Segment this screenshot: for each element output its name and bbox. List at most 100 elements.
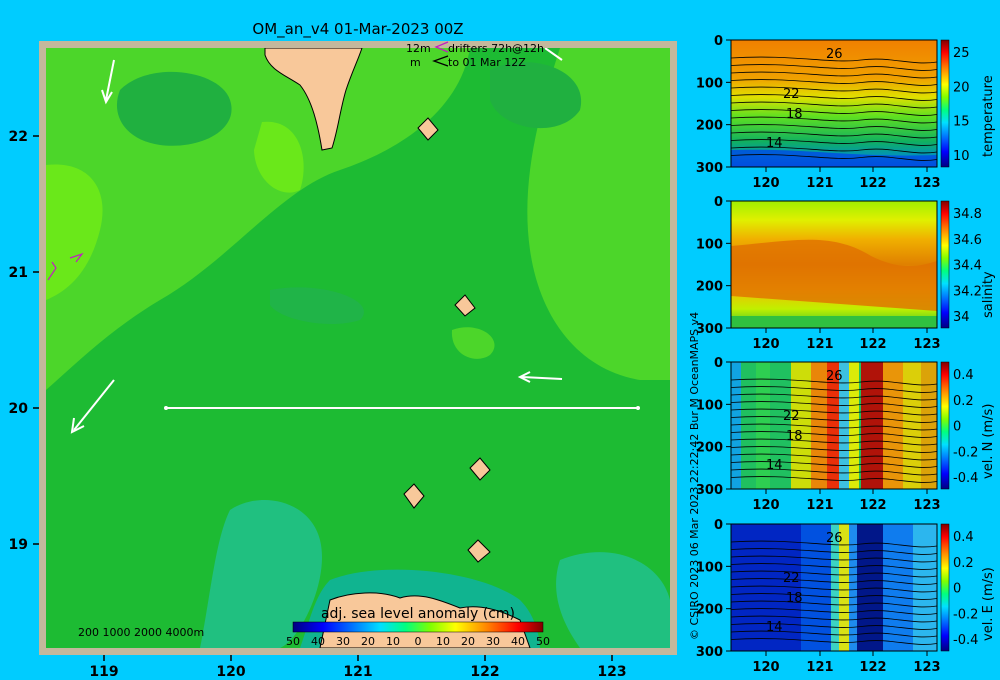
map-lon-tick: 119 — [89, 664, 118, 680]
panel-lon-tick: 122 — [859, 660, 886, 675]
contour-label: 22 — [783, 87, 800, 102]
panel-lon-tick: 123 — [913, 337, 940, 352]
depth-tick: 300 — [696, 161, 723, 176]
panel-lon-tick: 120 — [752, 498, 779, 513]
panel-colorbar-tick: 0 — [953, 420, 961, 435]
panel-colorbar-tick: 34 — [953, 310, 970, 325]
panel-temperature: 26 22 1814 0 100 200 300 120 121 122 123 25 20 15 10 te… — [696, 34, 996, 191]
section-start-marker — [164, 406, 168, 410]
map-lat-tick: 22 — [9, 129, 28, 145]
panel-colorbar-tick: 34.2 — [953, 284, 982, 299]
sla-colorbar-tick: 30 — [336, 635, 350, 648]
panel-lon-tick: 123 — [913, 176, 940, 191]
anomaly-patch-dark-nw — [116, 71, 232, 146]
figure-canvas: OM_an_v4 01-Mar-2023 00Z 12m drifters 72… — [9, 20, 996, 680]
panel-lon-tick: 123 — [913, 660, 940, 675]
panel-colorbar-tick: 10 — [953, 149, 970, 164]
sla-colorbar-tick: 0 — [415, 635, 422, 648]
depth-legend: 200 1000 2000 4000m — [78, 626, 204, 639]
credit-text: © CSIRO 2023 06 Mar 2023 22:22:42 Bur M … — [688, 312, 701, 640]
map-lon-tick: 123 — [597, 664, 626, 680]
depth-tick: 0 — [714, 356, 723, 371]
depth-tick: 100 — [696, 237, 723, 252]
map-lat-tick: 21 — [9, 265, 28, 281]
panel-colorbar-tick: 34.4 — [953, 259, 982, 274]
panel-field-band — [849, 524, 857, 651]
panel-colorbar — [940, 200, 950, 329]
map-lon-tick: 122 — [470, 664, 499, 680]
panel-colorbar-tick: 15 — [953, 115, 970, 130]
panel-field-band — [903, 362, 921, 489]
sla-colorbar-tick: 20 — [461, 635, 475, 648]
contour-label: 14 — [766, 458, 783, 473]
panel-colorbar-tick: 0 — [953, 582, 961, 597]
panel-field-band — [921, 362, 937, 489]
depth-tick: 300 — [696, 645, 723, 660]
contour-label: 14 — [766, 136, 783, 151]
panel-colorbar-tick: -0.2 — [953, 607, 978, 622]
depth-tick: 0 — [714, 195, 723, 210]
legend-time-text: to 01 Mar 12Z — [448, 56, 526, 69]
legend-drifter-text: drifters 72h@12h — [448, 42, 544, 55]
panel-colorbar — [940, 523, 950, 652]
sla-colorbar-tick: 50 — [536, 635, 550, 648]
contour-label: 18 — [786, 429, 803, 444]
contour-label: 22 — [783, 409, 800, 424]
panel-lon-tick: 122 — [859, 176, 886, 191]
panel-colorbar-tick: 0.2 — [953, 394, 974, 409]
sla-colorbar-title: adj. sea level anomaly (cm) — [321, 606, 515, 622]
map-panel: 12m drifters 72h@12h m to 01 Mar 12Z 200… — [9, 41, 677, 680]
panel-colorbar-tick: -0.4 — [953, 471, 978, 486]
sla-colorbar-tick: 10 — [386, 635, 400, 648]
panel-salinity: 0100200300120 121 122 12334.834.634.434.234… — [696, 195, 996, 352]
sla-colorbar-tick: 10 — [436, 635, 450, 648]
contour-label: 26 — [826, 47, 843, 62]
panel-lon-tick: 121 — [806, 176, 833, 191]
contour-label: 22 — [783, 571, 800, 586]
contour-label: 26 — [826, 531, 843, 546]
panel-colorbar-tick: 0.4 — [953, 368, 974, 383]
panel-lon-tick: 122 — [859, 337, 886, 352]
section-end-marker — [636, 406, 640, 410]
salinity-deep-band — [731, 316, 937, 328]
panel-colorbar-tick: -0.2 — [953, 445, 978, 460]
depth-tick: 100 — [696, 76, 723, 91]
panel-lon-tick: 120 — [752, 660, 779, 675]
panel-field-band — [883, 524, 913, 651]
panel-lon-tick: 123 — [913, 498, 940, 513]
contour-label: 26 — [826, 369, 843, 384]
map-lat-tick: 20 — [9, 401, 29, 417]
panel-colorbar-tick: 0.4 — [953, 530, 974, 545]
legend-scale-12m: 12m — [406, 42, 431, 55]
panel-lon-tick: 120 — [752, 337, 779, 352]
panel-lon-tick: 121 — [806, 498, 833, 513]
panel-colorbar-tick: -0.4 — [953, 633, 978, 648]
sla-colorbar-tick: 40 — [511, 635, 525, 648]
panel-label: vel. E (m/s) — [981, 567, 996, 641]
map-title: OM_an_v4 01-Mar-2023 00Z — [252, 20, 463, 39]
sla-colorbar-bar — [292, 621, 544, 633]
panel-lon-tick: 121 — [806, 660, 833, 675]
panel-colorbar — [940, 39, 950, 168]
panel-label: salinity — [981, 271, 996, 318]
sla-colorbar-tick: 40 — [311, 635, 325, 648]
depth-tick: 200 — [696, 280, 723, 295]
panel-lon-tick: 121 — [806, 337, 833, 352]
legend-scale-m: m — [410, 56, 421, 69]
sla-colorbar-tick: 30 — [486, 635, 500, 648]
panel-colorbar-tick: 34.8 — [953, 207, 982, 222]
panel-field-band — [849, 362, 859, 489]
map-lon-tick: 120 — [216, 664, 245, 680]
panel-lon-tick: 120 — [752, 176, 779, 191]
panel-colorbar — [940, 361, 950, 490]
depth-tick: 0 — [714, 34, 723, 49]
panel-colorbar-tick: 20 — [953, 80, 970, 95]
panel-field-band — [913, 524, 937, 651]
contour-label: 14 — [766, 620, 783, 635]
depth-tick: 0 — [714, 518, 723, 533]
panel-label: temperature — [981, 75, 996, 157]
contour-label: 18 — [786, 591, 803, 606]
panel-field-band — [883, 362, 903, 489]
panel-colorbar-tick: 0.2 — [953, 556, 974, 571]
map-lon-tick: 121 — [343, 664, 372, 680]
